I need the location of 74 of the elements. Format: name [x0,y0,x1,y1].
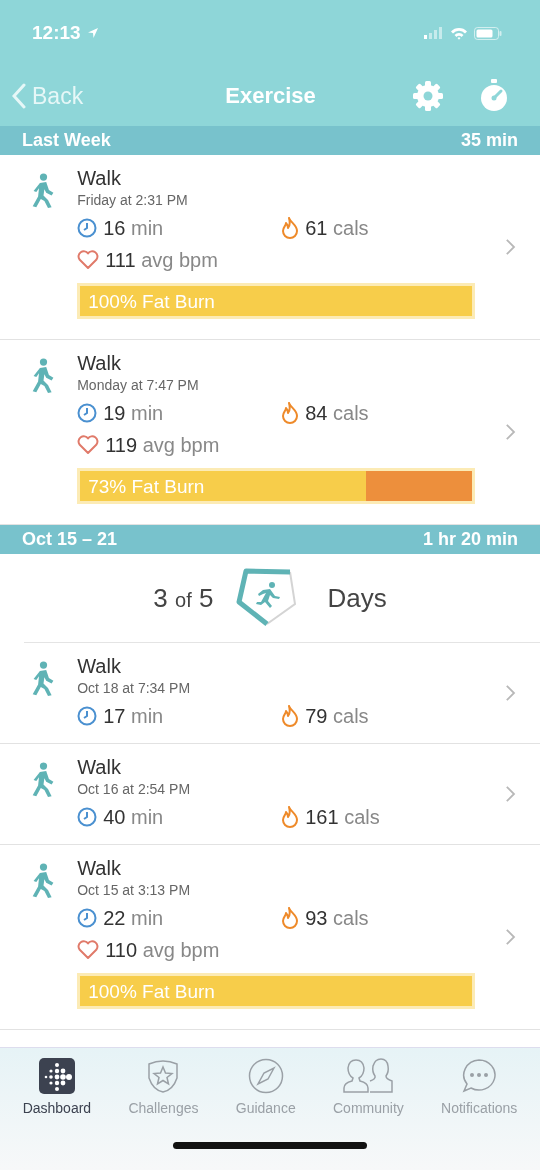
walking-person-icon [30,861,56,901]
clock-icon [77,807,98,827]
exercise-entry[interactable]: Walk Friday at 2:31 PM 16 min 61 cals 111 avg bpm 100% Fat Burn [0,155,540,340]
wifi-icon [450,26,468,40]
chevron-right-icon [505,237,516,257]
section-title: Last Week [22,130,111,151]
fat-burn-label: 73% Fat Burn [87,476,205,498]
heart-icon [77,435,100,455]
fat-burn-label: 100% Fat Burn [87,981,215,1003]
location-arrow-icon [86,27,99,39]
duration-value: 22 min [103,906,164,930]
exercise-entry[interactable]: Walk Oct 15 at 3:13 PM 22 min 93 cals 110 avg bpm 100% Fat Burn [0,845,540,1030]
stopwatch-icon[interactable] [478,79,510,113]
exercise-name: Walk [77,167,122,190]
clock-icon [77,403,98,423]
clock-icon [77,908,98,928]
exercise-time: Monday at 7:47 PM [77,377,200,393]
duration-value: 17 min [103,704,164,728]
exercise-time: Friday at 2:31 PM [77,192,189,208]
status-time: 12:13 [32,22,81,44]
calories-value: 79 cals [305,704,369,728]
exercise-time: Oct 15 at 3:13 PM [77,882,192,898]
walking-person-icon [30,356,56,396]
exercise-name: Walk [77,857,122,880]
heart-icon [77,940,100,960]
calories-value: 161 cals [305,805,380,829]
goal-count: 3 of 5 [153,582,214,614]
chevron-right-icon [505,784,516,804]
section-total: 35 min [460,130,518,151]
flame-icon [281,806,300,828]
chevron-right-icon [505,927,516,947]
heart-rate-value: 119 avg bpm [105,433,220,457]
exercise-entry[interactable]: Walk Oct 16 at 2:54 PM 40 min 161 cals [0,744,540,845]
calories-value: 93 cals [305,906,369,930]
signal-icon [424,27,444,39]
settings-icon[interactable] [412,80,444,112]
exercise-time: Oct 18 at 7:34 PM [77,680,192,696]
clock-icon [77,706,98,726]
chevron-left-icon [12,83,26,109]
flame-icon [281,217,300,239]
flame-icon [281,907,300,929]
walking-person-icon [30,760,56,800]
fat-burn-label: 100% Fat Burn [87,291,215,313]
compass-icon [247,1058,284,1094]
nav-title: Exercise [224,83,317,109]
flame-icon [281,705,300,727]
tab-item[interactable]: Dashboard [22,1058,92,1116]
walking-person-icon [30,171,56,211]
calories-value: 84 cals [305,401,369,425]
goal-unit: Days [327,582,387,614]
dots-logo-icon [38,1058,75,1094]
walking-person-icon [30,659,56,699]
calories-value: 61 cals [305,216,369,240]
exercise-name: Walk [77,655,122,678]
clock-icon [77,218,98,238]
heart-rate-value: 111 avg bpm [105,248,218,272]
flame-icon [281,402,300,424]
duration-value: 40 min [103,805,164,829]
duration-value: 19 min [103,401,164,425]
exercise-time: Oct 16 at 2:54 PM [77,781,192,797]
people-icon [342,1058,395,1094]
chevron-right-icon [505,422,516,442]
exercise-entry[interactable]: Walk Oct 18 at 7:34 PM 17 min 79 cals [0,643,540,744]
speech-bubble-icon [461,1058,498,1094]
exercise-name: Walk [77,756,122,779]
exercise-entry[interactable]: Walk Monday at 7:47 PM 19 min 84 cals 119 avg bpm 73% Fat Burn [0,340,540,525]
chevron-right-icon [505,683,516,703]
heart-icon [77,250,100,270]
heart-rate-value: 110 avg bpm [105,938,220,962]
section-title: Oct 15 – 21 [22,529,118,550]
duration-value: 16 min [103,216,164,240]
section-total: 1 hr 20 min [422,529,518,550]
exercise-name: Walk [77,352,122,375]
battery-icon [474,26,502,40]
